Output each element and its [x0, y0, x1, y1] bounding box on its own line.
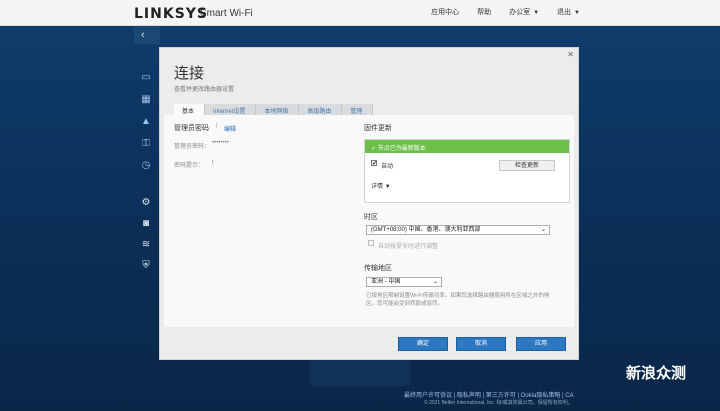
details-label: 详情	[371, 184, 384, 190]
timezone-selected: (GMT+08:00) 中国、香港、澳大利亚西部	[371, 227, 481, 233]
region-note: 已按地区限制设置Wi-Fi传输功率。如果您选择路由器使用所在区域之外的地区，您可…	[366, 293, 550, 307]
left-rail-lower: ⚙ ◙ ≋ ⛨	[134, 193, 158, 277]
nav-office[interactable]: 办公室 ▼	[509, 7, 539, 17]
check-update-button[interactable]: 检查更新	[499, 160, 555, 171]
details-toggle[interactable]: 详情 ▼	[371, 181, 391, 190]
wifi-icon[interactable]: ≋	[134, 235, 158, 255]
warning-icon[interactable]: ▲	[134, 112, 158, 132]
password-value: ••••••••	[212, 140, 229, 146]
password-hint-label: 密码提示：	[174, 163, 205, 169]
chevron-down-icon: ⌄	[432, 279, 438, 285]
nav-logout[interactable]: 退出 ▼	[557, 7, 580, 17]
region-heading: 传输地区	[364, 265, 392, 272]
dst-label: 自动按夏令时进行调整	[378, 244, 439, 250]
separator: |	[216, 123, 218, 129]
close-icon[interactable]: ✕	[567, 50, 574, 59]
top-nav: 应用中心 帮助 办公室 ▼ 退出 ▼	[431, 7, 580, 17]
edit-password-link[interactable]: 编辑	[224, 124, 236, 133]
apply-button[interactable]: 应用	[516, 337, 566, 351]
nav-logout-label: 退出	[557, 9, 572, 16]
brand-subtitle: Smart Wi-Fi	[200, 8, 253, 19]
tab-advanced-routing[interactable]: 高级路由	[299, 104, 343, 115]
tab-bar: 基本 Internet设置 本地网络 高级路由 管理	[174, 104, 374, 115]
tab-basic[interactable]: 基本	[174, 104, 206, 115]
clock-icon[interactable]: ◷	[134, 156, 158, 176]
region-selected: 亚洲 - 中国	[371, 279, 401, 285]
watermark: 新浪众测	[626, 365, 687, 382]
nav-help[interactable]: 帮助	[477, 7, 491, 17]
password-hint-value: t	[212, 160, 214, 166]
router-password-heading: 管理员密码	[174, 125, 209, 132]
router-icon[interactable]: ▦	[134, 90, 158, 110]
footer-links[interactable]: 最终用户许可协议 | 隐私声明 | 第三方许可 | Ookla隐私策略 | CA	[404, 390, 574, 399]
timezone-heading: 时区	[364, 214, 378, 221]
auto-update-label: 自动	[381, 164, 394, 170]
back-bar	[134, 26, 160, 44]
firmware-heading: 固件更新	[364, 125, 392, 132]
key-icon[interactable]: ⚿	[134, 134, 158, 154]
top-bar: LINKSYS Smart Wi-Fi 应用中心 帮助 办公室 ▼ 退出 ▼	[0, 0, 720, 26]
page-subtitle: 查看并更改路由器设置	[174, 87, 235, 93]
nav-office-label: 办公室	[509, 9, 531, 16]
chevron-down-icon: ▼	[574, 10, 580, 16]
connectivity-modal: ✕ 连接 查看并更改路由器设置 基本 Internet设置 本地网络 高级路由 …	[159, 47, 579, 360]
auto-update-checkbox[interactable]: ✔	[371, 160, 377, 167]
region-select[interactable]: 亚洲 - 中国 ⌄	[366, 277, 442, 287]
chevron-down-icon: ⌄	[540, 227, 546, 233]
firmware-panel: ✓ 节点已为最新版本 ✔ 自动 检查更新 详情 ▼	[364, 139, 570, 203]
tab-administration[interactable]: 管理	[342, 104, 374, 115]
devices-icon[interactable]: ▭	[134, 68, 158, 88]
cancel-button[interactable]: 取消	[456, 337, 506, 351]
firmware-status: ✓ 节点已为最新版本	[365, 140, 569, 153]
linksys-logo: LINKSYS	[134, 6, 208, 22]
left-rail: ▭ ▦ ▲ ⚿ ◷	[134, 68, 158, 178]
background-button	[310, 360, 410, 386]
tab-content: 管理员密码 | 编辑 管理员密码： •••••••• 密码提示： t 固件更新 …	[164, 115, 574, 327]
settings-icon[interactable]: ⚙	[134, 193, 158, 213]
camera-icon[interactable]: ◙	[134, 214, 158, 234]
tab-local-network[interactable]: 本地网络	[256, 104, 300, 115]
timezone-select[interactable]: (GMT+08:00) 中国、香港、澳大利亚西部 ⌄	[366, 225, 550, 235]
dst-checkbox[interactable]	[368, 240, 374, 246]
footer-copyright: © 2021 Belkin International, Inc. 和/或其附属…	[424, 400, 573, 406]
chevron-down-icon: ▼	[384, 184, 391, 190]
chevron-down-icon: ▼	[533, 10, 540, 16]
back-arrow-icon[interactable]: ‹	[141, 29, 145, 41]
ok-button[interactable]: 确定	[398, 337, 448, 351]
password-label: 管理员密码：	[174, 144, 211, 150]
page-title: 连接	[174, 65, 205, 82]
tab-internet-settings[interactable]: Internet设置	[205, 104, 257, 115]
nav-app-center[interactable]: 应用中心	[431, 7, 459, 17]
shield-icon[interactable]: ⛨	[134, 256, 158, 276]
